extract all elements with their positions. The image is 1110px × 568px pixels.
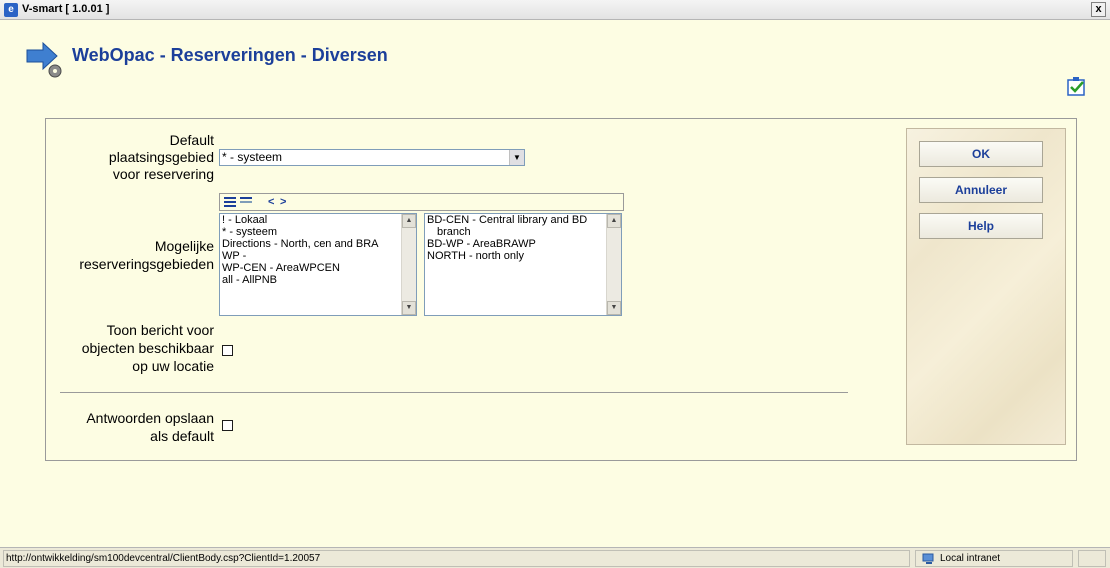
default-area-label-line1: Default bbox=[169, 132, 214, 148]
list-item[interactable]: * - systeem bbox=[220, 226, 416, 238]
list-item[interactable]: WP-CEN - AreaWPCEN bbox=[220, 262, 416, 274]
list-item[interactable]: WP - bbox=[220, 250, 416, 262]
save-answers-label-line1: Antwoorden opslaan bbox=[86, 410, 214, 426]
available-areas-listbox[interactable]: ! - Lokaal * - systeem Directions - Nort… bbox=[219, 213, 417, 316]
scrollbar[interactable]: ▲ ▼ bbox=[401, 214, 416, 315]
default-area-select[interactable]: * - systeem ▼ bbox=[219, 149, 525, 166]
ok-button[interactable]: OK bbox=[919, 141, 1043, 167]
show-message-label-line3: op uw locatie bbox=[132, 358, 214, 374]
arrow-gear-icon bbox=[26, 41, 62, 78]
default-area-value: * - systeem bbox=[222, 150, 283, 164]
detail-view-icon[interactable] bbox=[240, 197, 252, 207]
help-button[interactable]: Help bbox=[919, 213, 1043, 239]
save-answers-label-line2: als default bbox=[150, 428, 214, 444]
possible-areas-label-line1: Mogelijke bbox=[154, 238, 214, 254]
resize-grip[interactable] bbox=[1078, 550, 1106, 567]
list-item[interactable]: NORTH - north only bbox=[425, 250, 621, 262]
list-item[interactable]: ! - Lokaal bbox=[220, 214, 416, 226]
scroll-up-icon[interactable]: ▲ bbox=[402, 214, 416, 228]
zone-label: Local intranet bbox=[940, 553, 1001, 564]
list-toolbar: < > bbox=[219, 193, 624, 211]
default-area-label-line3: voor reservering bbox=[112, 166, 214, 182]
list-item[interactable]: Directions - North, cen and BRA bbox=[220, 238, 416, 250]
status-zone: Local intranet bbox=[915, 550, 1073, 567]
list-item[interactable]: branch bbox=[425, 226, 621, 238]
prev-button[interactable]: < bbox=[268, 196, 274, 208]
intranet-icon bbox=[922, 553, 934, 564]
next-button[interactable]: > bbox=[280, 196, 286, 208]
page-title: WebOpac - Reserveringen - Diversen bbox=[72, 45, 388, 65]
window-titlebar: e V-smart [ 1.0.01 ] x bbox=[0, 0, 1110, 20]
scrollbar[interactable]: ▲ ▼ bbox=[606, 214, 621, 315]
show-message-label-line1: Toon bericht voor bbox=[106, 322, 214, 338]
selected-areas-listbox[interactable]: BD-CEN - Central library and BD branch B… bbox=[424, 213, 622, 316]
show-message-label-line2: objecten beschikbaar bbox=[81, 340, 214, 356]
default-area-label-line2: plaatsingsgebied bbox=[108, 149, 214, 165]
show-message-checkbox[interactable] bbox=[222, 345, 233, 356]
list-item[interactable]: all - AllPNB bbox=[220, 274, 416, 286]
save-answers-checkbox[interactable] bbox=[222, 420, 233, 431]
possible-areas-label-line2: reserveringsgebieden bbox=[79, 256, 214, 272]
ie-icon: e bbox=[4, 3, 18, 17]
cancel-button[interactable]: Annuleer bbox=[919, 177, 1043, 203]
list-item[interactable]: BD-CEN - Central library and BD bbox=[425, 214, 621, 226]
status-bar: http://ontwikkelding/sm100devcentral/Cli… bbox=[0, 547, 1110, 568]
scroll-down-icon[interactable]: ▼ bbox=[402, 301, 416, 315]
scroll-down-icon[interactable]: ▼ bbox=[607, 301, 621, 315]
list-view-icon[interactable] bbox=[224, 197, 236, 207]
button-panel bbox=[906, 128, 1066, 445]
list-item[interactable]: BD-WP - AreaBRAWP bbox=[425, 238, 621, 250]
divider bbox=[60, 392, 848, 393]
scroll-up-icon[interactable]: ▲ bbox=[607, 214, 621, 228]
dropdown-arrow-icon[interactable]: ▼ bbox=[509, 150, 524, 165]
close-button[interactable]: x bbox=[1091, 2, 1106, 17]
status-url: http://ontwikkelding/sm100devcentral/Cli… bbox=[3, 550, 910, 567]
checklist-icon[interactable] bbox=[1066, 75, 1088, 97]
window-title: V-smart [ 1.0.01 ] bbox=[22, 3, 110, 15]
